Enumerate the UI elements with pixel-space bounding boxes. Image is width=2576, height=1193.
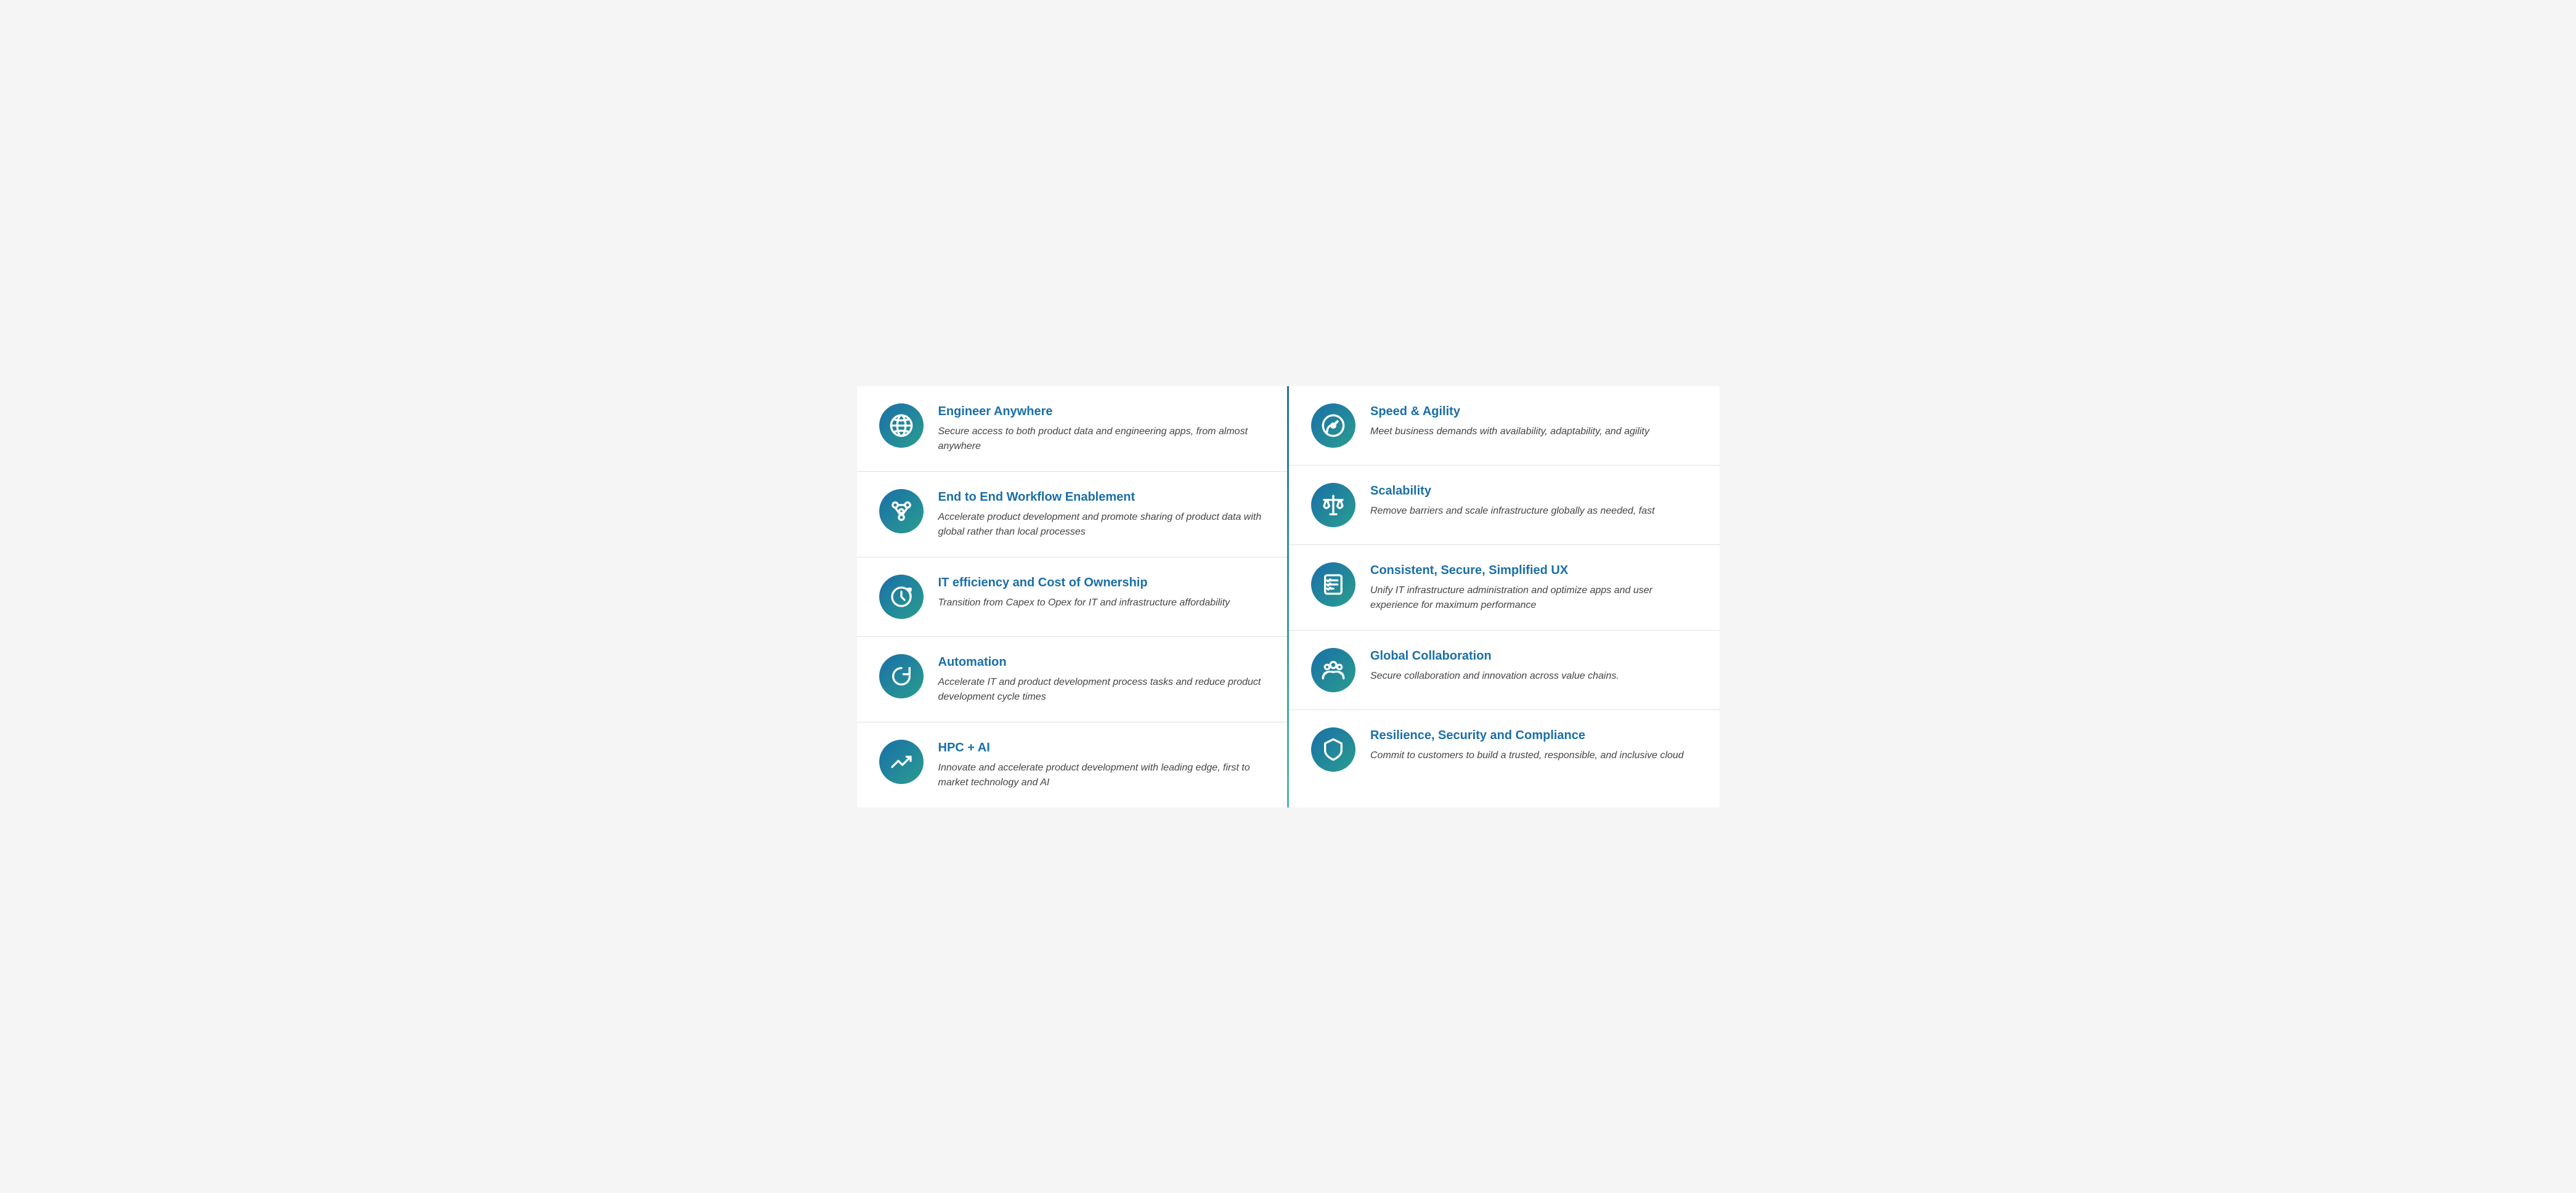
globe-icon bbox=[879, 403, 924, 448]
list-item: Consistent, Secure, Simplified UX Unify … bbox=[1289, 545, 1720, 631]
item-title: End to End Workflow Enablement bbox=[938, 489, 1266, 505]
list-item: Resilience, Security and Compliance Comm… bbox=[1289, 710, 1720, 789]
trending-up-icon bbox=[879, 740, 924, 784]
item-title: IT efficiency and Cost of Ownership bbox=[938, 575, 1266, 591]
speedometer-icon bbox=[1311, 403, 1355, 448]
list-item: Engineer Anywhere Secure access to both … bbox=[857, 386, 1288, 472]
list-item: Speed & Agility Meet business demands wi… bbox=[1289, 386, 1720, 466]
item-title: Resilience, Security and Compliance bbox=[1370, 727, 1697, 743]
people-icon bbox=[1311, 648, 1355, 692]
item-title: Automation bbox=[938, 654, 1266, 670]
item-desc: Unify IT infrastructure administration a… bbox=[1370, 583, 1697, 613]
item-title: Speed & Agility bbox=[1370, 403, 1697, 419]
list-item: End to End Workflow Enablement Accelerat… bbox=[857, 472, 1288, 557]
item-text: HPC + AI Innovate and accelerate product… bbox=[938, 740, 1266, 790]
item-text: Automation Accelerate IT and product dev… bbox=[938, 654, 1266, 705]
item-text: Consistent, Secure, Simplified UX Unify … bbox=[1370, 562, 1697, 613]
refresh-icon bbox=[879, 654, 924, 698]
item-desc: Commit to customers to build a trusted, … bbox=[1370, 748, 1697, 763]
scale-icon bbox=[1311, 483, 1355, 527]
item-text: Resilience, Security and Compliance Comm… bbox=[1370, 727, 1697, 763]
item-desc: Secure access to both product data and e… bbox=[938, 424, 1266, 454]
list-item: IT efficiency and Cost of Ownership Tran… bbox=[857, 557, 1288, 637]
left-column: Engineer Anywhere Secure access to both … bbox=[857, 386, 1288, 807]
item-text: Global Collaboration Secure collaboratio… bbox=[1370, 648, 1697, 684]
list-item: Global Collaboration Secure collaboratio… bbox=[1289, 631, 1720, 710]
clock-refresh-icon bbox=[879, 575, 924, 619]
item-text: IT efficiency and Cost of Ownership Tran… bbox=[938, 575, 1266, 610]
item-title: Global Collaboration bbox=[1370, 648, 1697, 664]
item-text: Speed & Agility Meet business demands wi… bbox=[1370, 403, 1697, 439]
item-title: Engineer Anywhere bbox=[938, 403, 1266, 419]
right-column: Speed & Agility Meet business demands wi… bbox=[1289, 386, 1720, 807]
item-desc: Accelerate product development and promo… bbox=[938, 510, 1266, 540]
item-title: Scalability bbox=[1370, 483, 1697, 499]
item-desc: Secure collaboration and innovation acro… bbox=[1370, 669, 1697, 684]
checklist-icon bbox=[1311, 562, 1355, 607]
item-text: End to End Workflow Enablement Accelerat… bbox=[938, 489, 1266, 540]
item-desc: Remove barriers and scale infrastructure… bbox=[1370, 504, 1697, 519]
list-item: Automation Accelerate IT and product dev… bbox=[857, 637, 1288, 722]
shield-icon bbox=[1311, 727, 1355, 772]
list-item: HPC + AI Innovate and accelerate product… bbox=[857, 722, 1288, 807]
workflow-icon bbox=[879, 489, 924, 533]
item-text: Scalability Remove barriers and scale in… bbox=[1370, 483, 1697, 519]
item-desc: Transition from Capex to Opex for IT and… bbox=[938, 596, 1266, 610]
item-desc: Accelerate IT and product development pr… bbox=[938, 675, 1266, 705]
item-desc: Innovate and accelerate product developm… bbox=[938, 761, 1266, 790]
item-text: Engineer Anywhere Secure access to both … bbox=[938, 403, 1266, 454]
item-title: HPC + AI bbox=[938, 740, 1266, 756]
item-desc: Meet business demands with availability,… bbox=[1370, 424, 1697, 439]
main-container: Engineer Anywhere Secure access to both … bbox=[857, 386, 1720, 807]
list-item: Scalability Remove barriers and scale in… bbox=[1289, 466, 1720, 545]
item-title: Consistent, Secure, Simplified UX bbox=[1370, 562, 1697, 578]
